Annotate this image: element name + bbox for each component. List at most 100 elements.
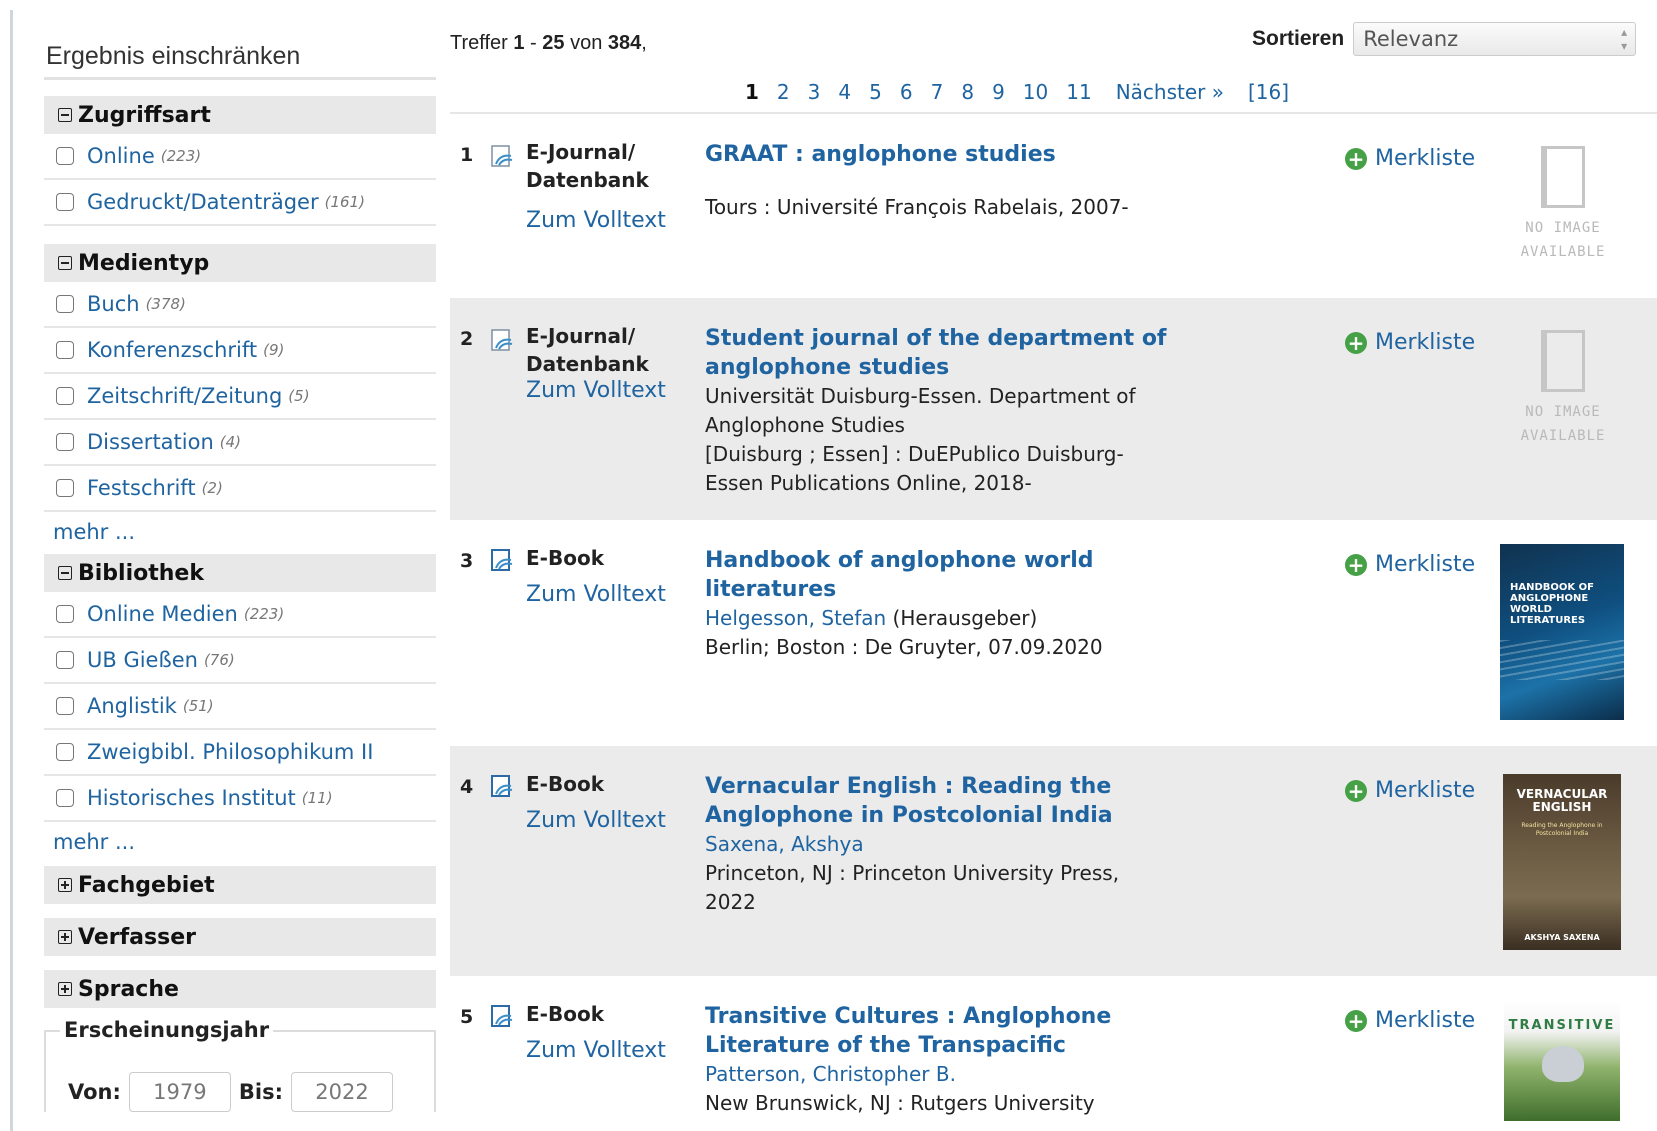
result-number: 3 <box>460 550 474 572</box>
hit-from: 1 <box>513 32 525 54</box>
facet-header-bibliothek[interactable]: Bibliothek <box>44 554 436 592</box>
facet-item-online-medien[interactable]: Online Medien (223) <box>44 592 436 638</box>
facet-link[interactable]: Zweigbibl. Philosophikum II <box>87 740 373 764</box>
facet-item-historisches-institut[interactable]: Historisches Institut (11) <box>44 776 436 822</box>
facet-item-dissertation[interactable]: Dissertation (4) <box>44 420 436 466</box>
year-to-input[interactable]: 2022 <box>291 1072 393 1112</box>
result-details: Student journal of the department of ang… <box>705 324 1175 498</box>
fulltext-link[interactable]: Zum Volltext <box>526 808 666 833</box>
facet-link[interactable]: Gedruckt/Datenträger <box>87 190 319 214</box>
page-link[interactable]: 6 <box>900 80 913 104</box>
facet-header-fachgebiet[interactable]: Fachgebiet <box>44 866 436 904</box>
facet-checkbox[interactable] <box>56 605 74 623</box>
facet-item-online[interactable]: Online (223) <box>44 134 436 180</box>
page-link[interactable]: 11 <box>1066 80 1091 104</box>
more-link-medientyp[interactable]: mehr ... <box>44 512 436 546</box>
author-link[interactable]: Saxena, Akshya <box>705 832 864 856</box>
fulltext-link[interactable]: Zum Volltext <box>526 582 666 607</box>
year-from-input[interactable]: 1979 <box>128 1072 231 1112</box>
result-title[interactable]: Handbook of anglophone world literatures <box>705 548 1094 602</box>
no-image-placeholder: NO IMAGE AVAILABLE <box>1513 146 1613 264</box>
facet-checkbox[interactable] <box>56 479 74 497</box>
facet-header-medientyp[interactable]: Medientyp <box>44 244 436 282</box>
online-resource-icon <box>491 145 513 167</box>
page-link[interactable]: 7 <box>931 80 944 104</box>
facet-label: Verfasser <box>78 924 196 950</box>
add-to-list-label[interactable]: Merkliste <box>1375 330 1475 355</box>
add-to-list-button[interactable]: + Merkliste <box>1345 1008 1475 1033</box>
book-cover-image[interactable]: TRANSITIVE <box>1504 1002 1620 1121</box>
page-link[interactable]: 9 <box>992 80 1005 104</box>
sort-select[interactable]: Relevanz ▴ ▾ <box>1353 22 1637 56</box>
facet-link[interactable]: Anglistik <box>87 694 177 718</box>
add-icon: + <box>1345 147 1367 170</box>
facet-count: (223) <box>160 147 202 165</box>
page-link[interactable]: 10 <box>1023 80 1048 104</box>
facet-checkbox[interactable] <box>56 295 74 313</box>
facet-checkbox[interactable] <box>56 147 74 165</box>
page-link[interactable]: 3 <box>808 80 821 104</box>
author-link[interactable]: Patterson, Christopher B. <box>705 1062 956 1086</box>
facet-link[interactable]: Online <box>87 144 155 168</box>
facet-item-ub-giessen[interactable]: UB Gießen (76) <box>44 638 436 684</box>
facet-checkbox[interactable] <box>56 743 74 761</box>
facet-checkbox[interactable] <box>56 789 74 807</box>
add-to-list-button[interactable]: + Merkliste <box>1345 146 1475 171</box>
facet-checkbox[interactable] <box>56 341 74 359</box>
facet-item-konferenzschrift[interactable]: Konferenzschrift (9) <box>44 328 436 374</box>
last-page-link[interactable]: [16] <box>1248 80 1289 104</box>
expand-icon <box>58 982 72 996</box>
add-icon: + <box>1345 331 1367 354</box>
facet-header-sprache[interactable]: Sprache <box>44 970 436 1008</box>
facet-link[interactable]: UB Gießen <box>87 648 198 672</box>
add-to-list-label[interactable]: Merkliste <box>1375 778 1475 803</box>
page-link[interactable]: 2 <box>777 80 790 104</box>
page-link[interactable]: 4 <box>838 80 851 104</box>
facet-item-zeitschrift[interactable]: Zeitschrift/Zeitung (5) <box>44 374 436 420</box>
facet-link[interactable]: Festschrift <box>87 476 196 500</box>
facet-link[interactable]: Online Medien <box>87 602 238 626</box>
facet-link[interactable]: Konferenzschrift <box>87 338 257 362</box>
facet-checkbox[interactable] <box>56 387 74 405</box>
add-to-list-button[interactable]: + Merkliste <box>1345 552 1475 577</box>
next-page-link[interactable]: Nächster » <box>1116 80 1224 104</box>
facet-header-zugriffsart[interactable]: Zugriffsart <box>44 96 436 134</box>
fulltext-link[interactable]: Zum Volltext <box>526 208 666 233</box>
add-to-list-button[interactable]: + Merkliste <box>1345 778 1475 803</box>
collapse-icon <box>58 566 72 580</box>
result-row: 4 E-Book Zum Volltext Vernacular English… <box>450 746 1657 976</box>
add-to-list-label[interactable]: Merkliste <box>1375 146 1475 171</box>
result-corporate-author: Universität Duisburg-Essen. Department o… <box>705 384 1136 437</box>
facet-link[interactable]: Dissertation <box>87 430 214 454</box>
facet-checkbox[interactable] <box>56 651 74 669</box>
result-title[interactable]: GRAAT : anglophone studies <box>705 142 1056 167</box>
facet-item-philosophikum[interactable]: Zweigbibl. Philosophikum II <box>44 730 436 776</box>
page-link[interactable]: 5 <box>869 80 882 104</box>
fulltext-link[interactable]: Zum Volltext <box>526 1038 666 1063</box>
book-cover-image[interactable]: VERNACULAR ENGLISH Reading the Anglophon… <box>1503 774 1621 950</box>
add-to-list-label[interactable]: Merkliste <box>1375 1008 1475 1033</box>
fulltext-link[interactable]: Zum Volltext <box>526 378 666 403</box>
add-to-list-label[interactable]: Merkliste <box>1375 552 1475 577</box>
facet-count: (161) <box>324 193 365 211</box>
book-cover-image[interactable]: HANDBOOK OF ANGLOPHONE WORLD LITERATURES <box>1500 544 1624 720</box>
facet-item-gedruckt[interactable]: Gedruckt/Datenträger (161) <box>44 180 436 226</box>
author-role: (Herausgeber) <box>892 606 1038 630</box>
facet-item-buch[interactable]: Buch (378) <box>44 282 436 328</box>
result-title[interactable]: Transitive Cultures : Anglophone Literat… <box>705 1004 1111 1058</box>
facet-link[interactable]: Buch <box>87 292 140 316</box>
facet-header-verfasser[interactable]: Verfasser <box>44 918 436 956</box>
page-link[interactable]: 8 <box>961 80 974 104</box>
add-to-list-button[interactable]: + Merkliste <box>1345 330 1475 355</box>
result-title[interactable]: Vernacular English : Reading the Angloph… <box>705 774 1113 828</box>
author-link[interactable]: Helgesson, Stefan <box>705 606 886 630</box>
facet-checkbox[interactable] <box>56 193 74 211</box>
facet-checkbox[interactable] <box>56 433 74 451</box>
more-link-bibliothek[interactable]: mehr ... <box>44 822 436 856</box>
facet-link[interactable]: Zeitschrift/Zeitung <box>87 384 282 408</box>
result-title[interactable]: Student journal of the department of ang… <box>705 326 1167 380</box>
facet-item-festschrift[interactable]: Festschrift (2) <box>44 466 436 512</box>
facet-checkbox[interactable] <box>56 697 74 715</box>
facet-item-anglistik[interactable]: Anglistik (51) <box>44 684 436 730</box>
facet-link[interactable]: Historisches Institut <box>87 786 296 810</box>
